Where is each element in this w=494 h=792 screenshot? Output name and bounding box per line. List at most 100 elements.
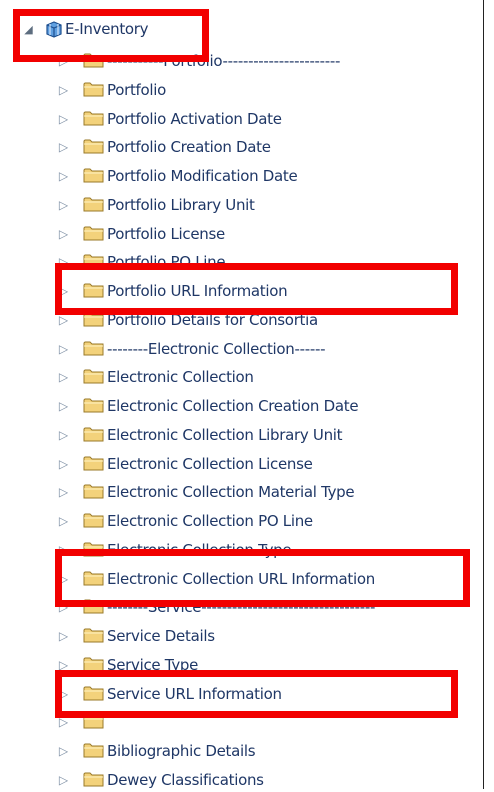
folder-icon bbox=[83, 713, 104, 730]
tree-item-label: Electronic Collection PO Line bbox=[107, 512, 313, 530]
folder-icon bbox=[83, 541, 104, 558]
folder-icon bbox=[83, 426, 104, 443]
tree-item-service-details[interactable]: ▷ Service Details bbox=[0, 624, 470, 648]
expand-triangle-icon[interactable]: ▷ bbox=[57, 342, 70, 356]
tree-item-label: Portfolio PO Line bbox=[107, 253, 226, 271]
expand-triangle-icon[interactable]: ▷ bbox=[57, 485, 70, 499]
expand-triangle-icon[interactable]: ▷ bbox=[57, 658, 70, 672]
tree-item-label: Electronic Collection Creation Date bbox=[107, 397, 359, 415]
expand-triangle-icon[interactable]: ▷ bbox=[57, 284, 70, 298]
tree-item-label: -----------Portfolio--------------------… bbox=[107, 52, 341, 70]
tree-item-label: Electronic Collection License bbox=[107, 455, 313, 473]
expand-triangle-icon[interactable]: ▷ bbox=[57, 543, 70, 557]
tree-item-portfolio-separator[interactable]: ▷ -----------Portfolio-------------------… bbox=[0, 49, 470, 73]
tree-item-label: Portfolio Creation Date bbox=[107, 138, 271, 156]
expand-triangle-icon[interactable]: ▷ bbox=[57, 83, 70, 97]
expand-triangle-icon[interactable]: ▷ bbox=[57, 715, 70, 729]
expand-triangle-icon[interactable]: ▷ bbox=[57, 198, 70, 212]
expand-triangle-icon[interactable]: ▷ bbox=[57, 54, 70, 68]
expand-triangle-icon[interactable]: ▷ bbox=[57, 255, 70, 269]
tree-item-electronic-collection-license[interactable]: ▷ Electronic Collection License bbox=[0, 452, 470, 476]
expand-triangle-icon[interactable]: ▷ bbox=[57, 744, 70, 758]
folder-icon bbox=[83, 311, 104, 328]
tree-item-label: Portfolio License bbox=[107, 225, 225, 243]
tree-item-service-separator[interactable]: ▷ --------Service------------------------… bbox=[0, 595, 470, 619]
tree-item-electronic-collection-material-type[interactable]: ▷ Electronic Collection Material Type bbox=[0, 480, 470, 504]
folder-icon bbox=[83, 110, 104, 127]
tree-item-label: Service Type bbox=[107, 656, 199, 674]
expand-triangle-icon[interactable]: ▷ bbox=[57, 773, 70, 787]
tree-item-electronic-collection-creation-date[interactable]: ▷ Electronic Collection Creation Date bbox=[0, 394, 470, 418]
tree-item-label: --------Service-------------------------… bbox=[107, 598, 376, 616]
folder-icon bbox=[83, 742, 104, 759]
tree-item-label: Portfolio Library Unit bbox=[107, 196, 255, 214]
folder-icon bbox=[83, 455, 104, 472]
folder-icon bbox=[83, 81, 104, 98]
folder-icon bbox=[83, 167, 104, 184]
folder-icon bbox=[83, 397, 104, 414]
tree-item-label: Service URL Information bbox=[107, 685, 282, 703]
expand-triangle-icon[interactable]: ▷ bbox=[57, 313, 70, 327]
tree-item-label: Service Details bbox=[107, 627, 215, 645]
tree-item-portfolio-activation-date[interactable]: ▷ Portfolio Activation Date bbox=[0, 107, 470, 131]
folder-icon bbox=[83, 771, 104, 788]
tree-item-portfolio[interactable]: ▷ Portfolio bbox=[0, 78, 470, 102]
tree-item-portfolio-po-line[interactable]: ▷ Portfolio PO Line bbox=[0, 250, 470, 274]
folder-icon bbox=[83, 512, 104, 529]
tree-item-label: Electronic Collection URL Information bbox=[107, 570, 375, 588]
tree-item-hidden[interactable]: ▷ bbox=[0, 710, 470, 734]
tree-item-label: Electronic Collection Material Type bbox=[107, 483, 355, 501]
tree-item-label: Portfolio URL Information bbox=[107, 282, 288, 300]
expand-triangle-icon[interactable]: ▷ bbox=[57, 629, 70, 643]
tree-item-electronic-collection-separator[interactable]: ▷ --------Electronic Collection------ bbox=[0, 337, 470, 361]
tree-item-label: Bibliographic Details bbox=[107, 742, 256, 760]
tree-item-electronic-collection[interactable]: ▷ Electronic Collection bbox=[0, 365, 470, 389]
tree-item-label: Portfolio Modification Date bbox=[107, 167, 298, 185]
tree-item-service-type[interactable]: ▷ Service Type bbox=[0, 653, 470, 677]
tree-item-label: Electronic Collection Type bbox=[107, 541, 292, 559]
tree-item-portfolio-modification-date[interactable]: ▷ Portfolio Modification Date bbox=[0, 164, 470, 188]
folder-icon bbox=[83, 656, 104, 673]
folder-icon bbox=[83, 627, 104, 644]
tree-item-label: Portfolio Details for Consortia bbox=[107, 311, 318, 329]
expand-triangle-icon[interactable]: ▷ bbox=[57, 600, 70, 614]
folder-icon bbox=[83, 52, 104, 69]
tree-item-label: Electronic Collection Library Unit bbox=[107, 426, 343, 444]
collapse-triangle-icon[interactable]: ◢ bbox=[22, 22, 35, 36]
cube-subject-area-icon bbox=[44, 20, 64, 39]
expand-triangle-icon[interactable]: ▷ bbox=[57, 457, 70, 471]
tree-root-e-inventory[interactable]: ◢ E-Inventory bbox=[0, 17, 470, 41]
tree-item-portfolio-license[interactable]: ▷ Portfolio License bbox=[0, 222, 470, 246]
folder-icon bbox=[83, 340, 104, 357]
folder-icon bbox=[83, 282, 104, 299]
expand-triangle-icon[interactable]: ▷ bbox=[57, 169, 70, 183]
expand-triangle-icon[interactable]: ▷ bbox=[57, 428, 70, 442]
folder-icon bbox=[83, 598, 104, 615]
tree-item-electronic-collection-library-unit[interactable]: ▷ Electronic Collection Library Unit bbox=[0, 423, 470, 447]
tree-item-label: Dewey Classifications bbox=[107, 771, 264, 789]
expand-triangle-icon[interactable]: ▷ bbox=[57, 112, 70, 126]
folder-icon bbox=[83, 483, 104, 500]
tree-item-dewey-classifications[interactable]: ▷ Dewey Classifications bbox=[0, 768, 470, 792]
tree-item-electronic-collection-po-line[interactable]: ▷ Electronic Collection PO Line bbox=[0, 509, 470, 533]
tree-item-electronic-collection-type[interactable]: ▷ Electronic Collection Type bbox=[0, 538, 470, 562]
expand-triangle-icon[interactable]: ▷ bbox=[57, 514, 70, 528]
tree-item-service-url-information[interactable]: ▷ Service URL Information bbox=[0, 682, 470, 706]
expand-triangle-icon[interactable]: ▷ bbox=[57, 370, 70, 384]
folder-icon bbox=[83, 570, 104, 587]
expand-triangle-icon[interactable]: ▷ bbox=[57, 227, 70, 241]
folder-icon bbox=[83, 138, 104, 155]
tree-item-portfolio-details-for-consortia[interactable]: ▷ Portfolio Details for Consortia bbox=[0, 308, 470, 332]
tree-item-portfolio-creation-date[interactable]: ▷ Portfolio Creation Date bbox=[0, 135, 470, 159]
tree-root-label: E-Inventory bbox=[65, 20, 149, 38]
expand-triangle-icon[interactable]: ▷ bbox=[57, 572, 70, 586]
tree-item-bibliographic-details[interactable]: ▷ Bibliographic Details bbox=[0, 739, 470, 763]
folder-icon bbox=[83, 368, 104, 385]
expand-triangle-icon[interactable]: ▷ bbox=[57, 687, 70, 701]
tree-item-portfolio-url-information[interactable]: ▷ Portfolio URL Information bbox=[0, 279, 470, 303]
folder-icon bbox=[83, 685, 104, 702]
expand-triangle-icon[interactable]: ▷ bbox=[57, 140, 70, 154]
tree-item-portfolio-library-unit[interactable]: ▷ Portfolio Library Unit bbox=[0, 193, 470, 217]
tree-item-electronic-collection-url-information[interactable]: ▷ Electronic Collection URL Information bbox=[0, 567, 470, 591]
expand-triangle-icon[interactable]: ▷ bbox=[57, 399, 70, 413]
